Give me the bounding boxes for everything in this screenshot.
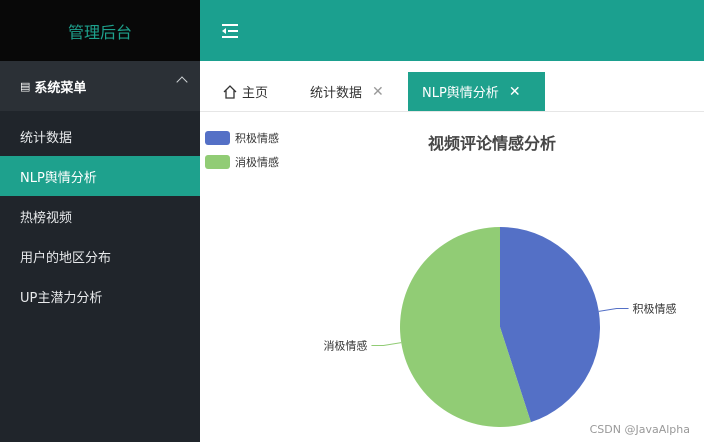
home-icon <box>223 84 237 99</box>
tab-label: NLP舆情分析 <box>422 86 499 101</box>
pie-label-1: 消极情感 <box>323 338 367 352</box>
sidebar-item-up-potential[interactable]: UP主潜力分析 <box>0 276 200 316</box>
tab-label: 统计数据 <box>310 86 363 101</box>
menu-group-system[interactable]: ▤ 系统菜单 <box>0 61 200 111</box>
pie-label-line-0 <box>598 308 629 312</box>
tab-stats[interactable]: 统计数据 ✕ <box>310 72 384 111</box>
tab-home[interactable]: 主页 <box>222 72 268 111</box>
close-icon[interactable]: ✕ <box>509 84 521 100</box>
sidebar: 管理后台 ▤ 系统菜单 统计数据 NLP舆情分析 热榜视频 用户的地区分布 UP… <box>0 0 200 442</box>
tab-label: 主页 <box>242 86 269 101</box>
sidebar-item-stats[interactable]: 统计数据 <box>0 116 200 156</box>
sidebar-item-hot-videos[interactable]: 热榜视频 <box>0 196 200 236</box>
chart-panel: 积极情感 消极情感 视频评论情感分析 积极情感 消极情感 CSDN @JavaAl… <box>200 112 704 442</box>
menu-group-label: 系统菜单 <box>34 80 87 96</box>
tab-nlp[interactable]: NLP舆情分析 ✕ <box>408 72 545 111</box>
document-icon: ▤ <box>20 79 31 93</box>
close-icon[interactable]: ✕ <box>372 84 384 100</box>
brand-title: 管理后台 <box>0 0 200 61</box>
top-header <box>200 0 704 61</box>
watermark: CSDN @JavaAlpha <box>589 423 690 436</box>
sidebar-item-user-regions[interactable]: 用户的地区分布 <box>0 236 200 276</box>
sidebar-item-nlp[interactable]: NLP舆情分析 <box>0 156 200 196</box>
chevron-up-icon <box>176 76 188 88</box>
pie-chart: 积极情感消极情感 <box>323 227 677 427</box>
tab-bar: 主页 统计数据 ✕ NLP舆情分析 ✕ <box>200 61 704 112</box>
menu-toggle-icon[interactable] <box>222 24 238 38</box>
pie-label-0: 积极情感 <box>633 302 677 316</box>
pie-label-line-1 <box>371 342 402 346</box>
